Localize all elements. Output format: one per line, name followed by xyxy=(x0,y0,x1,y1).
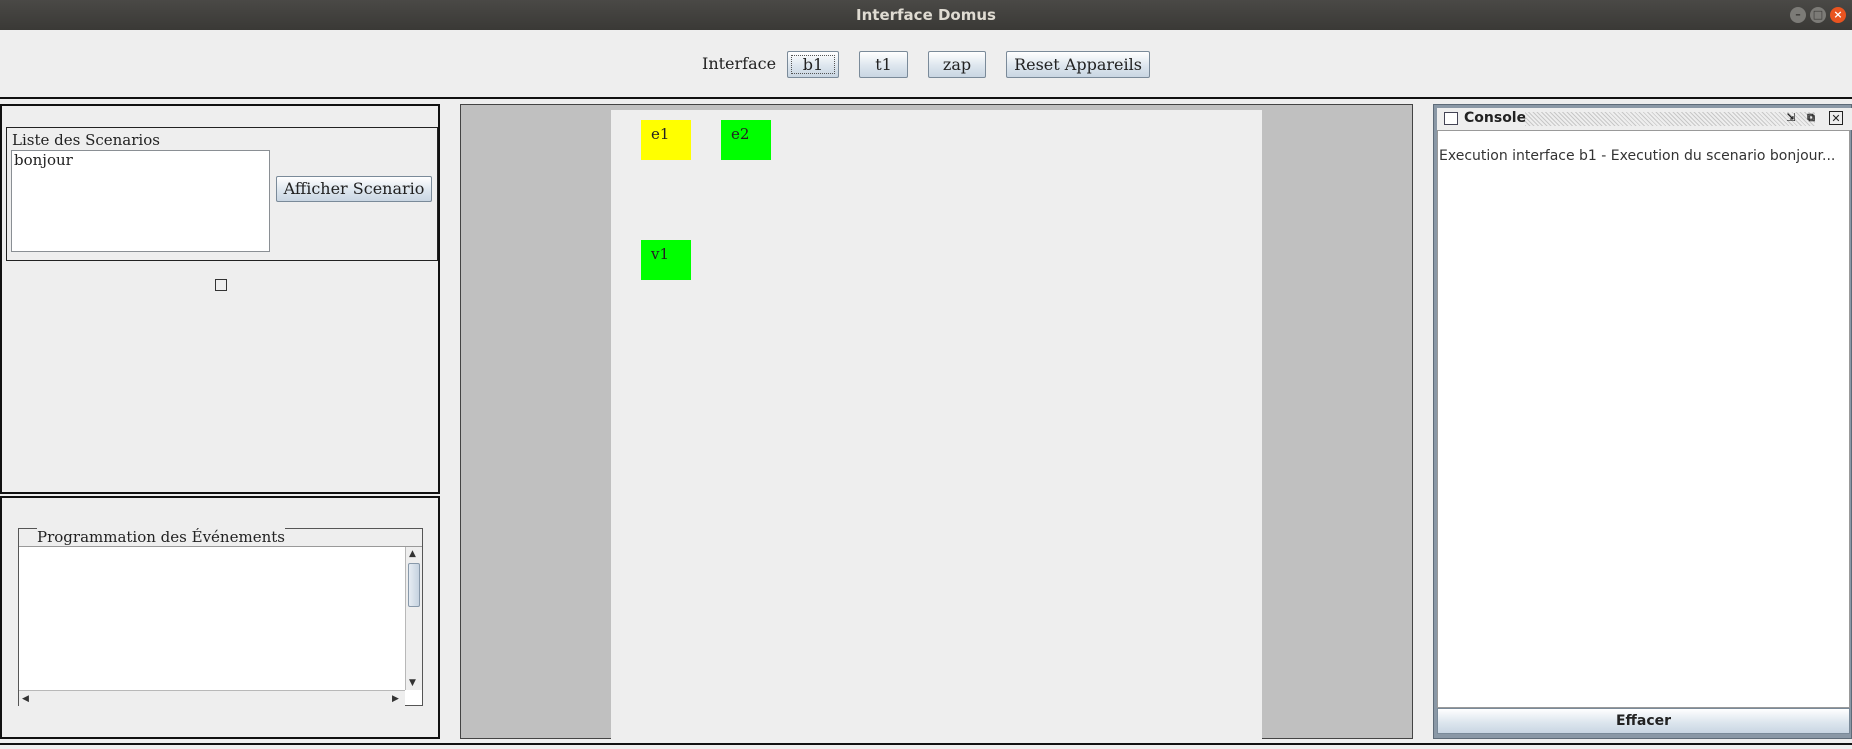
events-vertical-scrollbar[interactable]: ▲ ▼ xyxy=(405,547,422,690)
device-e2[interactable]: e2 xyxy=(721,120,771,160)
interface-zap-button[interactable]: zap xyxy=(928,51,986,78)
afficher-scenario-button[interactable]: Afficher Scenario xyxy=(276,176,432,202)
events-text-area[interactable]: ▲ ▼ ◀ ▶ xyxy=(19,546,422,706)
console-output: Execution interface b1 - Execution du sc… xyxy=(1437,130,1850,708)
scenario-checkbox[interactable] xyxy=(215,279,227,291)
scenario-group: Liste des Scenarios bonjour Afficher Sce… xyxy=(6,127,438,261)
plan-canvas: e1 e2 v1 xyxy=(611,110,1262,740)
scenario-list[interactable]: bonjour xyxy=(11,150,270,252)
console-title: Console xyxy=(1464,110,1527,126)
scroll-up-icon[interactable]: ▲ xyxy=(409,549,416,559)
effacer-button[interactable]: Effacer xyxy=(1437,708,1850,734)
device-v1[interactable]: v1 xyxy=(641,240,691,280)
device-e1[interactable]: e1 xyxy=(641,120,691,160)
interface-b1-button[interactable]: b1 xyxy=(787,51,839,78)
maximize-icon[interactable]: □ xyxy=(1810,7,1826,23)
scenario-list-item[interactable]: bonjour xyxy=(14,151,269,169)
console-titlebar-grip xyxy=(1525,112,1815,126)
window-title: Interface Domus xyxy=(856,6,996,24)
events-horizontal-scrollbar[interactable]: ◀ ▶ xyxy=(19,690,405,706)
console-log-line: Execution interface b1 - Execution du sc… xyxy=(1439,148,1836,164)
bottom-divider xyxy=(0,743,1852,745)
window-icon xyxy=(1444,112,1458,125)
events-panel: Programmation des Événements ▲ ▼ ◀ ▶ xyxy=(0,496,440,739)
maximize-icon[interactable]: ⧉ xyxy=(1804,111,1818,125)
minimize-icon[interactable]: ⇲ xyxy=(1784,111,1798,125)
window-titlebar: Interface Domus – □ × xyxy=(0,0,1852,30)
close-icon[interactable]: × xyxy=(1830,7,1846,23)
scroll-left-icon[interactable]: ◀ xyxy=(22,694,29,704)
close-icon[interactable]: ✕ xyxy=(1829,111,1843,125)
scroll-right-icon[interactable]: ▶ xyxy=(392,694,399,704)
interface-t1-button[interactable]: t1 xyxy=(859,51,908,78)
console-titlebar[interactable]: Console ⇲ ⧉ ✕ xyxy=(1437,108,1852,130)
interface-toolbar: Interface b1 t1 zap Reset Appareils xyxy=(0,30,1852,99)
scroll-thumb[interactable] xyxy=(408,563,420,607)
interface-label: Interface xyxy=(702,54,777,73)
reset-appareils-button[interactable]: Reset Appareils xyxy=(1006,51,1150,78)
events-group: Programmation des Événements ▲ ▼ ◀ ▶ xyxy=(18,528,423,706)
minimize-icon[interactable]: – xyxy=(1790,7,1806,23)
scenario-panel: Liste des Scenarios bonjour Afficher Sce… xyxy=(0,104,440,494)
scenario-list-legend: Liste des Scenarios xyxy=(12,131,160,149)
events-legend: Programmation des Événements xyxy=(37,528,285,546)
scroll-down-icon[interactable]: ▼ xyxy=(409,678,416,688)
